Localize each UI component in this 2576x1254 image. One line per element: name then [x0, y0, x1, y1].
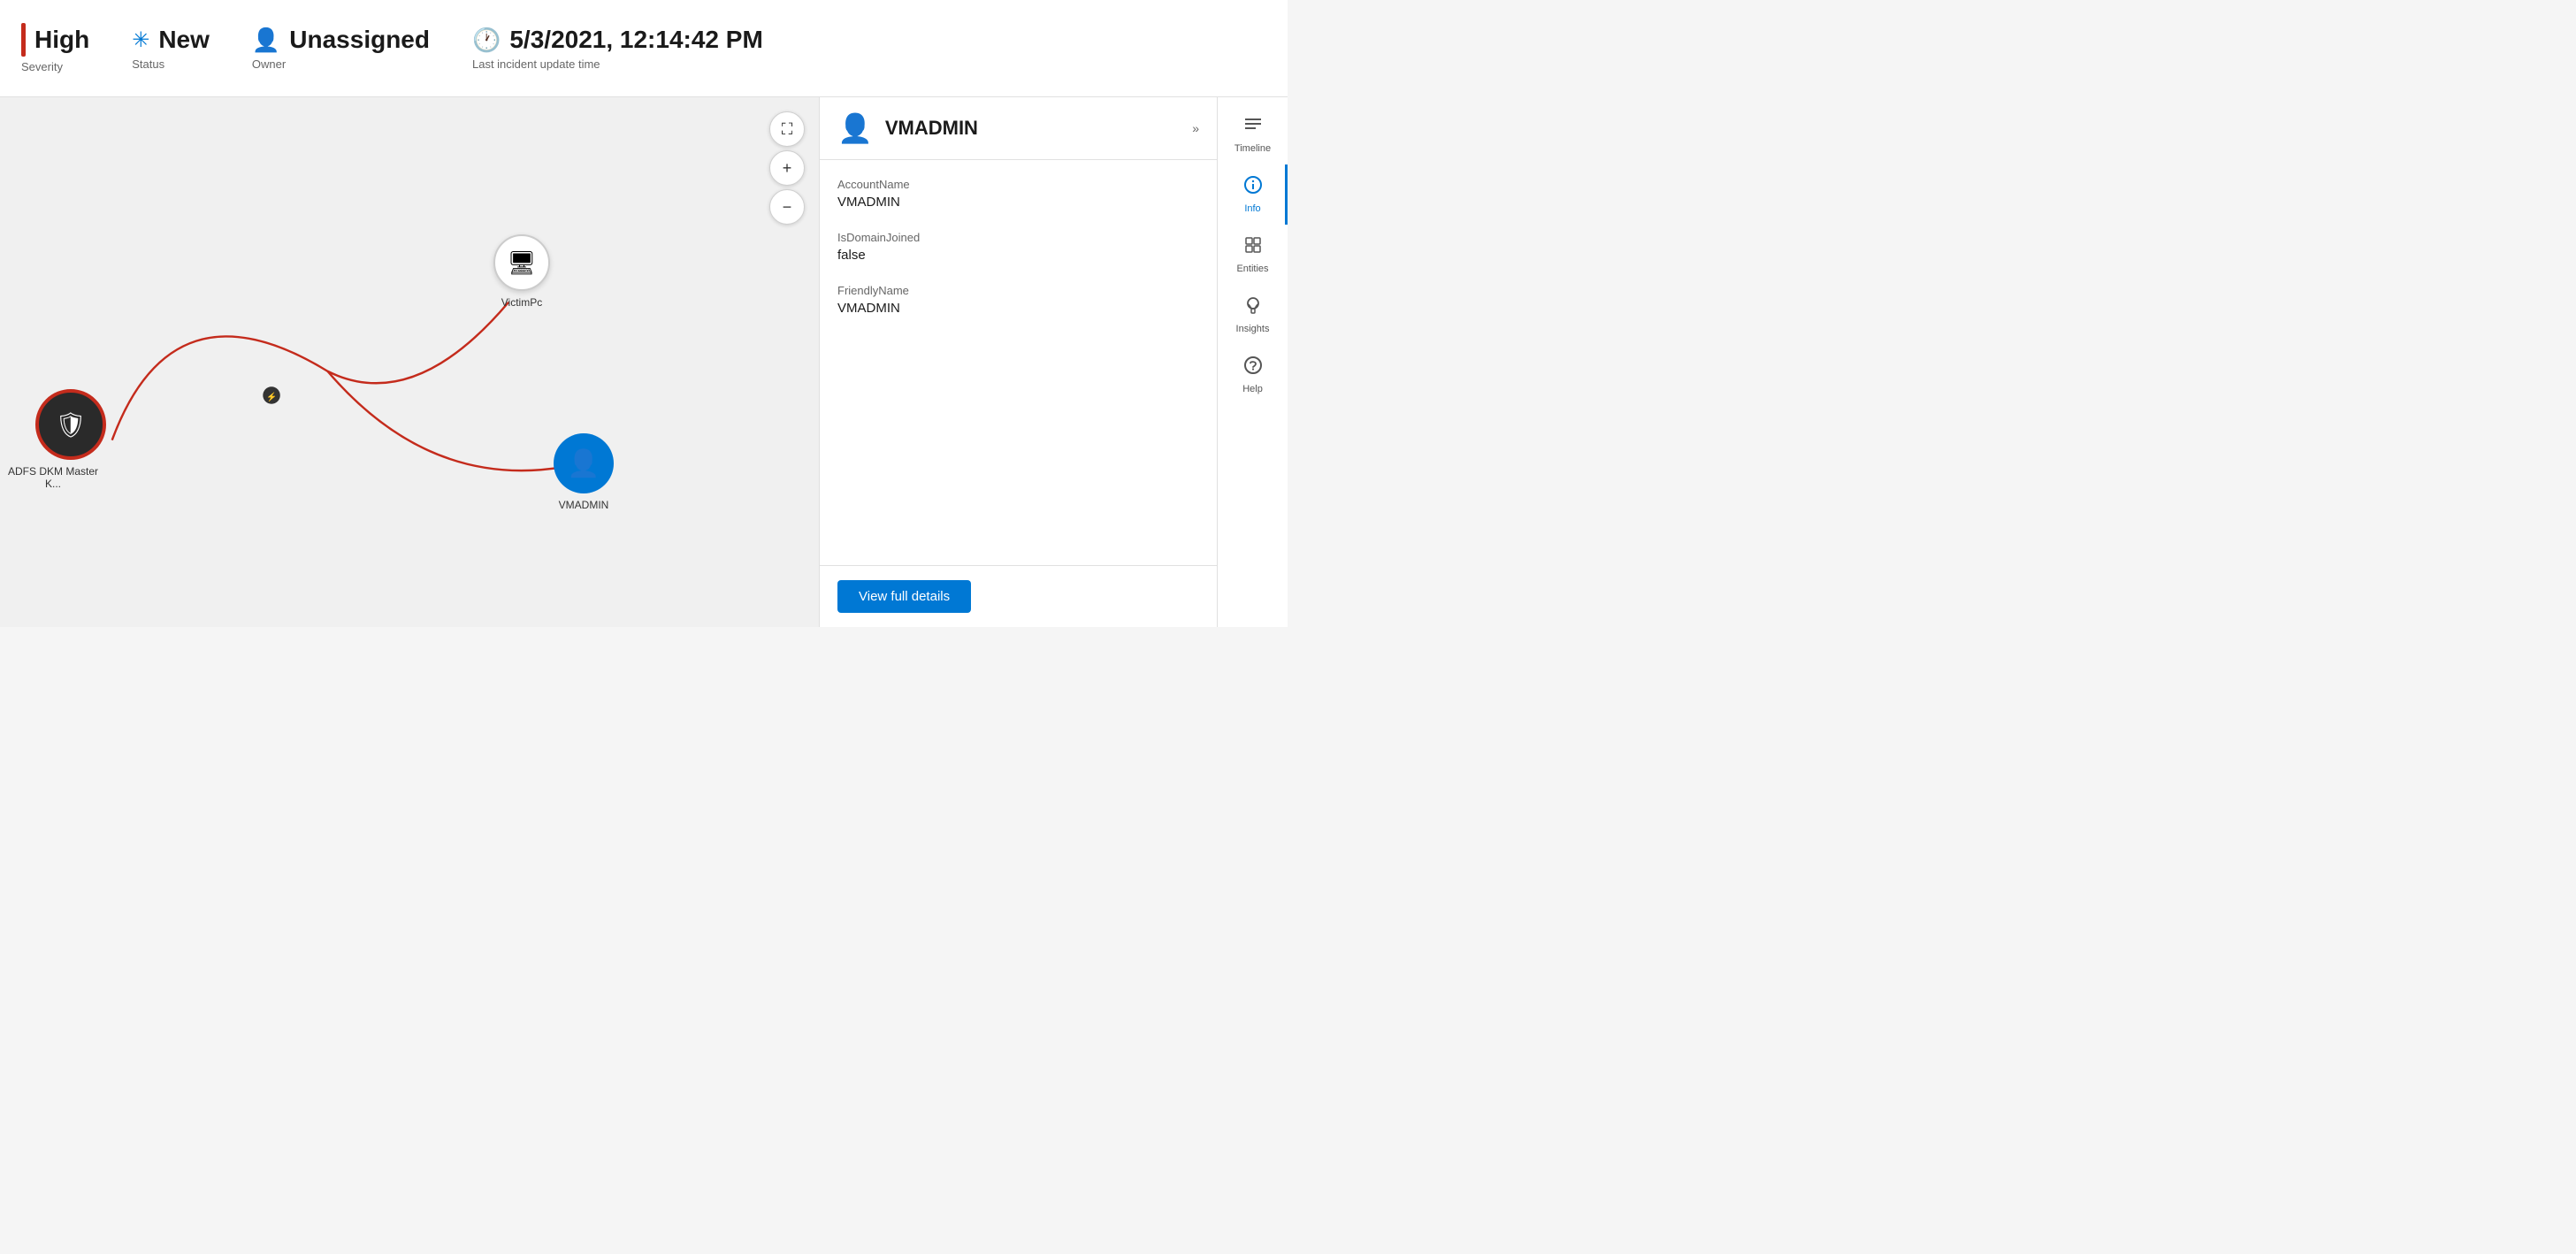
zoom-in-button[interactable]: +	[769, 150, 805, 186]
node-vmadmin-label: VMADMIN	[554, 499, 614, 511]
timeline-label: Timeline	[1234, 143, 1271, 154]
info-label: Info	[1244, 203, 1260, 214]
side-nav: Timeline Info Entities	[1217, 97, 1288, 627]
insights-label: Insights	[1236, 324, 1270, 334]
graph-controls: ⛶ + −	[769, 111, 805, 225]
svg-text:⚡: ⚡	[266, 392, 277, 402]
sidebar-item-help[interactable]: Help	[1218, 345, 1288, 405]
view-full-details-button[interactable]: View full details	[837, 580, 971, 613]
field-friendly-name: FriendlyName VMADMIN	[837, 284, 1199, 316]
datetime-sub: Last incident update time	[472, 57, 763, 71]
node-victimpc-label: VictimPc	[493, 296, 550, 309]
status-item[interactable]: ✳ New Status	[132, 26, 210, 71]
panel-header: 👤 VMADMIN »	[820, 97, 1217, 160]
severity-item[interactable]: High Severity	[21, 23, 89, 73]
datetime-label: 5/3/2021, 12:14:42 PM	[509, 26, 762, 54]
info-icon	[1243, 175, 1263, 200]
header: High Severity ✳ New Status 👤 Unassigned …	[0, 0, 1288, 97]
field-friendly-name-value: VMADMIN	[837, 301, 1199, 316]
zoom-out-button[interactable]: −	[769, 189, 805, 225]
panel-content: AccountName VMADMIN IsDomainJoined false…	[820, 160, 1217, 565]
main-content: ⚡ 🛡 ADFS DKM Master K... 🖥 VictimPc 👤 VM…	[0, 97, 1288, 627]
field-account-name-value: VMADMIN	[837, 195, 1199, 210]
fit-button[interactable]: ⛶	[769, 111, 805, 147]
severity-bar-icon	[21, 23, 26, 57]
graph-area[interactable]: ⚡ 🛡 ADFS DKM Master K... 🖥 VictimPc 👤 VM…	[0, 97, 819, 627]
node-victimpc[interactable]: 🖥 VictimPc	[493, 234, 550, 309]
severity-sub: Severity	[21, 60, 89, 73]
help-label: Help	[1242, 384, 1263, 394]
owner-sub: Owner	[252, 57, 430, 71]
new-status-icon: ✳	[132, 27, 149, 53]
owner-item[interactable]: 👤 Unassigned Owner	[252, 26, 430, 71]
field-account-name: AccountName VMADMIN	[837, 178, 1199, 210]
field-domain-joined: IsDomainJoined false	[837, 231, 1199, 263]
status-label: New	[158, 26, 210, 54]
field-domain-joined-label: IsDomainJoined	[837, 231, 1199, 244]
field-account-name-label: AccountName	[837, 178, 1199, 191]
panel-title: VMADMIN	[885, 117, 978, 140]
clock-icon: 🕐	[472, 27, 501, 54]
right-panel: 👤 VMADMIN » AccountName VMADMIN IsDomain…	[819, 97, 1217, 627]
severity-label: High	[34, 26, 89, 54]
panel-footer: View full details	[820, 565, 1217, 627]
graph-svg: ⚡	[0, 97, 819, 627]
field-domain-joined-value: false	[837, 248, 1199, 263]
insights-icon	[1243, 295, 1263, 320]
timeline-icon	[1243, 115, 1263, 140]
panel-collapse-button[interactable]: »	[1192, 121, 1199, 135]
sidebar-item-entities[interactable]: Entities	[1218, 225, 1288, 285]
sidebar-item-timeline[interactable]: Timeline	[1218, 104, 1288, 164]
owner-label: Unassigned	[289, 26, 430, 54]
field-friendly-name-label: FriendlyName	[837, 284, 1199, 297]
status-sub: Status	[132, 57, 210, 71]
sidebar-item-insights[interactable]: Insights	[1218, 285, 1288, 345]
datetime-item: 🕐 5/3/2021, 12:14:42 PM Last incident up…	[472, 26, 763, 71]
help-icon	[1243, 356, 1263, 380]
sidebar-item-info[interactable]: Info	[1218, 164, 1288, 225]
entities-label: Entities	[1236, 264, 1268, 274]
panel-entity-icon: 👤	[837, 111, 873, 145]
node-adfs[interactable]: 🛡 ADFS DKM Master K...	[18, 389, 124, 490]
entities-icon	[1243, 235, 1263, 260]
owner-icon: 👤	[252, 27, 280, 54]
node-adfs-label: ADFS DKM Master K...	[0, 465, 106, 490]
node-vmadmin[interactable]: 👤 VMADMIN	[554, 433, 614, 511]
